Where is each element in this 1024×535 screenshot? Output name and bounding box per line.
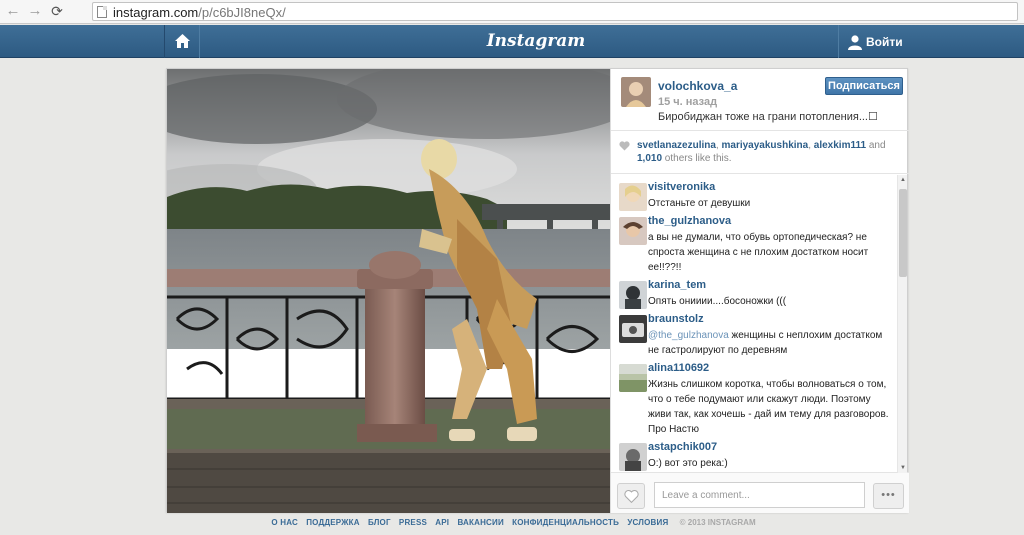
post-photo[interactable] xyxy=(167,69,610,513)
login-button[interactable]: Войти xyxy=(838,25,908,58)
footer-link-press[interactable]: PRESS xyxy=(399,518,427,527)
commenter-avatar[interactable] xyxy=(619,443,647,471)
browser-toolbar: ← → ⟳ instagram.com/p/c6bJI8neQx/ xyxy=(0,0,1024,24)
commenter-username[interactable]: braunstolz xyxy=(648,313,704,325)
commenter-avatar[interactable] xyxy=(619,217,647,245)
instagram-header: Instagram Войти xyxy=(0,25,1024,58)
url-text[interactable]: instagram.com/p/c6bJI8neQx/ xyxy=(113,5,286,20)
footer-link-about[interactable]: О НАС xyxy=(271,518,298,527)
like-button[interactable] xyxy=(617,483,645,509)
commenter-avatar[interactable] xyxy=(619,281,647,309)
photo-image xyxy=(167,69,610,513)
footer-link-blog[interactable]: БЛОГ xyxy=(368,518,391,527)
mention-link[interactable]: @the_gulzhanova xyxy=(648,330,729,341)
likes-summary: svetlanazezulina, mariyayakushkina, alex… xyxy=(611,132,909,174)
address-bar[interactable]: instagram.com/p/c6bJI8neQx/ xyxy=(92,2,1018,21)
copyright: © 2013 INSTAGRAM xyxy=(679,518,756,527)
scroll-up-icon[interactable]: ▲ xyxy=(899,177,907,183)
heart-icon xyxy=(624,490,639,503)
home-button[interactable] xyxy=(164,25,200,58)
heart-icon xyxy=(619,141,630,151)
owner-username[interactable]: volochkova_a xyxy=(658,79,737,93)
scroll-down-icon[interactable]: ▼ xyxy=(899,465,907,471)
login-label: Войти xyxy=(866,35,903,49)
liker-link[interactable]: alexkim111 xyxy=(814,140,866,151)
comment-text: Опять онииии....босоножки ((( xyxy=(648,296,787,307)
reload-icon[interactable]: ⟳ xyxy=(48,2,66,20)
commenter-avatar[interactable] xyxy=(619,315,647,343)
footer-link-terms[interactable]: УСЛОВИЯ xyxy=(627,518,668,527)
page-icon xyxy=(97,6,107,18)
comments-list[interactable]: visitveronika Отстаньте от девушки the_g… xyxy=(611,175,909,473)
footer-link-support[interactable]: ПОДДЕРЖКА xyxy=(306,518,360,527)
likes-suffix: others like this. xyxy=(662,153,732,164)
comment-text: Жизнь слишком коротка, чтобы волноваться… xyxy=(648,379,889,435)
comment-input[interactable] xyxy=(654,482,865,508)
post-sidebar: volochkova_a 15 ч. назад Биробиджан тоже… xyxy=(610,69,909,513)
likes-count[interactable]: 1,010 xyxy=(637,153,662,164)
back-arrow-icon[interactable]: ← xyxy=(4,2,22,20)
commenter-avatar[interactable] xyxy=(619,183,647,211)
footer-link-api[interactable]: API xyxy=(435,518,449,527)
more-options-button[interactable]: ••• xyxy=(873,483,904,509)
forward-arrow-icon[interactable]: → xyxy=(26,2,44,20)
scrollbar-thumb[interactable] xyxy=(899,189,907,277)
post-caption: Биробиджан тоже на грани потопления...☐ xyxy=(658,111,878,123)
commenter-username[interactable]: alina110692 xyxy=(648,362,709,374)
comment-text: Отстаньте от девушки xyxy=(648,198,751,209)
comment-text: @the_gulzhanova женщины с неплохим доста… xyxy=(648,328,891,358)
likes-and: and xyxy=(866,140,886,151)
post-time: 15 ч. назад xyxy=(658,96,718,108)
comment-composer: ••• xyxy=(611,473,909,513)
commenter-username[interactable]: the_gulzhanova xyxy=(648,215,731,227)
url-path: /p/c6bJI8neQx/ xyxy=(198,5,286,20)
comment-text: а вы не думали, что обувь ортопедическая… xyxy=(648,232,869,273)
commenter-username[interactable]: karina_tem xyxy=(648,279,706,291)
commenter-username[interactable]: astapchik007 xyxy=(648,441,717,453)
owner-avatar[interactable] xyxy=(621,77,651,107)
footer-link-privacy[interactable]: КОНФИДЕНЦИАЛЬНОСТЬ xyxy=(512,518,619,527)
page-footer: О НАС ПОДДЕРЖКА БЛОГ PRESS API ВАКАНСИИ … xyxy=(0,518,1024,527)
user-icon xyxy=(848,35,862,50)
footer-link-jobs[interactable]: ВАКАНСИИ xyxy=(457,518,503,527)
comments-scrollbar[interactable]: ▲ ▼ xyxy=(897,175,907,473)
post-card: volochkova_a 15 ч. назад Биробиджан тоже… xyxy=(166,68,909,513)
liker-link[interactable]: mariyayakushkina xyxy=(721,140,808,151)
follow-button[interactable]: Подписаться xyxy=(825,77,903,95)
post-owner-header: volochkova_a 15 ч. назад Биробиджан тоже… xyxy=(611,69,909,131)
liker-link[interactable]: svetlanazezulina xyxy=(637,140,716,151)
likes-text: svetlanazezulina, mariyayakushkina, alex… xyxy=(637,139,903,165)
commenter-avatar[interactable] xyxy=(619,364,647,392)
url-host: instagram.com xyxy=(113,5,199,20)
home-icon xyxy=(175,34,190,48)
comment-text: О:) вот это река:) xyxy=(648,458,728,469)
commenter-username[interactable]: visitveronika xyxy=(648,181,715,193)
